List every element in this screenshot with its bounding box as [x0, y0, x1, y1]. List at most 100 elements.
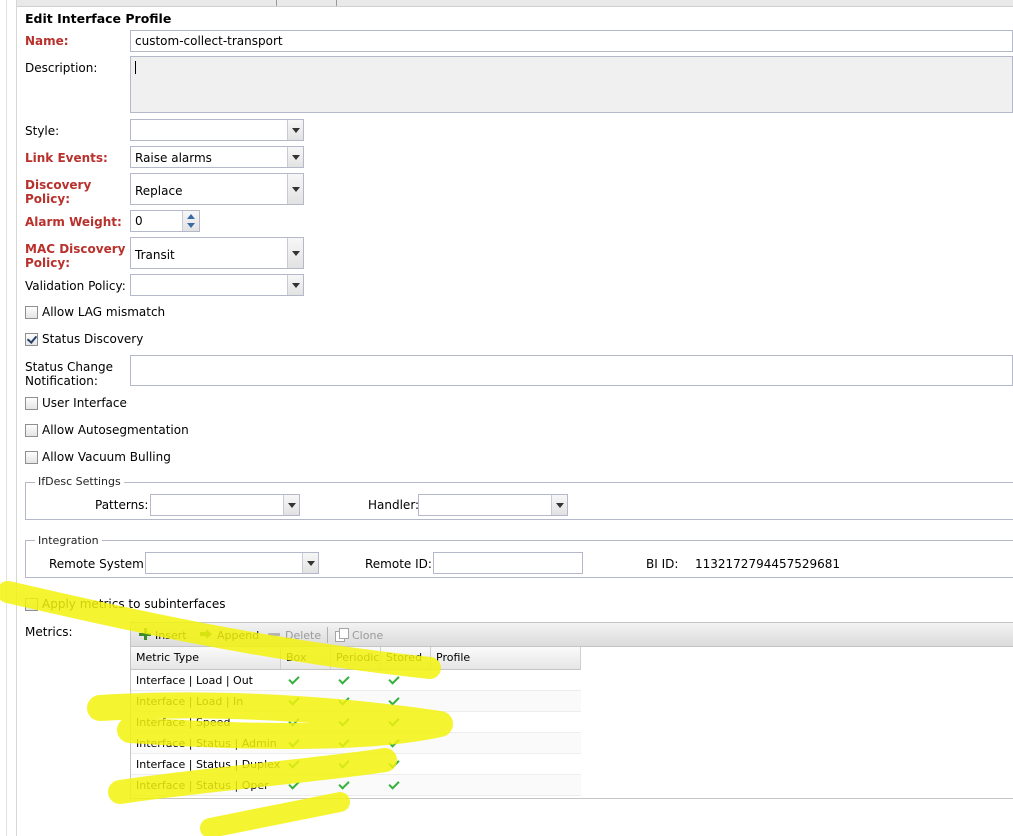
chevron-down-icon[interactable] — [287, 238, 303, 268]
patterns-label: Patterns: — [95, 498, 149, 512]
alarm-weight-value: 0 — [135, 214, 143, 228]
column-header-box[interactable]: Box — [281, 647, 331, 669]
chevron-down-icon[interactable] — [302, 553, 318, 573]
ifdesc-settings-legend: IfDesc Settings — [35, 475, 124, 488]
style-select[interactable] — [130, 119, 304, 141]
check-icon — [338, 736, 350, 748]
status-discovery-checkbox[interactable] — [25, 333, 38, 346]
insert-button[interactable]: Insert — [155, 629, 187, 642]
check-icon — [288, 673, 300, 685]
table-row[interactable]: Interface | Load | In — [131, 691, 581, 712]
check-icon — [388, 673, 400, 685]
check-icon — [288, 715, 300, 727]
check-icon — [338, 673, 350, 685]
chevron-down-icon[interactable] — [287, 120, 303, 140]
plus-icon[interactable] — [139, 628, 151, 640]
left-panel-edge — [0, 0, 17, 836]
allow-lag-mismatch-label[interactable]: Allow LAG mismatch — [42, 305, 165, 319]
handler-label: Handler: — [368, 498, 420, 512]
allow-lag-mismatch-checkbox[interactable] — [25, 306, 38, 319]
metric-type-cell: Interface | Status | Admin — [136, 737, 277, 750]
spin-up-icon[interactable] — [187, 214, 195, 219]
discovery-policy-label-line2: Policy: — [25, 192, 70, 206]
table-row[interactable]: Interface | Load | Out — [131, 670, 581, 691]
alarm-weight-spinner[interactable]: 0 — [130, 210, 200, 232]
table-row[interactable]: Interface | Speed — [131, 712, 581, 733]
allow-autosegmentation-label[interactable]: Allow Autosegmentation — [42, 423, 189, 437]
link-events-value: Raise alarms — [135, 151, 212, 165]
profile-cell — [431, 775, 436, 796]
description-label: Description: — [25, 61, 98, 75]
metrics-grid-header: Metric Type Box Periodic Stored Profile — [131, 647, 581, 670]
status-change-notification-label-line1: Status Change — [25, 360, 113, 374]
check-icon — [338, 694, 350, 706]
patterns-select[interactable] — [150, 494, 300, 516]
column-header-profile[interactable]: Profile — [431, 647, 581, 669]
chevron-down-icon[interactable] — [551, 495, 567, 515]
mac-discovery-policy-label-line2: Policy: — [25, 256, 70, 270]
mac-discovery-policy-value: Transit — [135, 248, 175, 262]
append-icon[interactable] — [200, 629, 213, 639]
check-icon — [288, 736, 300, 748]
validation-policy-select[interactable] — [130, 274, 304, 296]
check-icon — [288, 694, 300, 706]
toolbar-separator — [276, 0, 277, 6]
name-label: Name: — [25, 34, 69, 48]
validation-policy-label: Validation Policy: — [25, 279, 126, 293]
check-icon — [388, 715, 400, 727]
apply-metrics-checkbox[interactable] — [25, 598, 38, 611]
clone-icon — [335, 628, 349, 642]
clone-button[interactable]: Clone — [352, 629, 383, 642]
bi-id-value: 1132172794457529681 — [695, 557, 841, 571]
user-interface-checkbox[interactable] — [25, 397, 38, 410]
chevron-down-icon[interactable] — [283, 495, 299, 515]
mac-discovery-policy-select[interactable]: Transit — [130, 237, 304, 269]
allow-autosegmentation-checkbox[interactable] — [25, 424, 38, 437]
discovery-policy-select[interactable]: Replace — [130, 173, 304, 205]
discovery-policy-label-line1: Discovery — [25, 178, 92, 192]
append-button[interactable]: Append — [217, 629, 259, 642]
metric-type-cell: Interface | Status | Duplex — [136, 758, 281, 771]
status-change-notification-label-line2: Notification: — [25, 374, 98, 388]
delete-button[interactable]: Delete — [285, 629, 321, 642]
mac-discovery-policy-label: MAC Discovery Policy: — [25, 242, 126, 270]
spinner-buttons[interactable] — [182, 211, 199, 231]
profile-cell — [431, 691, 436, 712]
link-events-select[interactable]: Raise alarms — [130, 146, 304, 168]
form-title: Edit Interface Profile — [25, 11, 172, 26]
metric-type-cell: Interface | Load | Out — [136, 674, 253, 687]
discovery-policy-label: Discovery Policy: — [25, 178, 91, 206]
profile-cell — [431, 712, 436, 733]
table-row[interactable]: Interface | Status | Admin — [131, 733, 581, 754]
remote-system-select[interactable] — [145, 552, 319, 574]
allow-vacuum-bulling-checkbox[interactable] — [25, 451, 38, 464]
metrics-label: Metrics: — [25, 625, 73, 639]
metrics-grid: Metric Type Box Periodic Stored Profile … — [130, 647, 1013, 799]
check-icon — [388, 694, 400, 706]
allow-vacuum-bulling-label[interactable]: Allow Vacuum Bulling — [42, 450, 171, 464]
chevron-down-icon[interactable] — [287, 174, 303, 204]
column-header-periodic[interactable]: Periodic — [331, 647, 381, 669]
description-field[interactable] — [130, 56, 1013, 113]
check-icon — [288, 778, 300, 790]
handler-select[interactable] — [418, 494, 568, 516]
check-icon — [388, 736, 400, 748]
name-field[interactable]: custom-collect-transport — [130, 30, 1013, 52]
text-caret — [135, 61, 136, 74]
column-header-metric-type[interactable]: Metric Type — [131, 647, 281, 669]
remote-id-label: Remote ID: — [365, 557, 432, 571]
status-discovery-label[interactable]: Status Discovery — [42, 332, 143, 346]
apply-metrics-label[interactable]: Apply metrics to subinterfaces — [42, 597, 226, 611]
table-row[interactable]: Interface | Status | Duplex — [131, 754, 581, 775]
user-interface-label[interactable]: User Interface — [42, 396, 127, 410]
column-header-stored[interactable]: Stored — [381, 647, 431, 669]
check-icon — [338, 778, 350, 790]
spin-down-icon[interactable] — [187, 223, 195, 228]
chevron-down-icon[interactable] — [287, 275, 303, 295]
check-icon — [388, 757, 400, 769]
chevron-down-icon[interactable] — [287, 147, 303, 167]
status-change-notification-field[interactable] — [130, 355, 1013, 386]
table-row[interactable]: Interface | Status | Oper — [131, 775, 581, 796]
alarm-weight-label: Alarm Weight: — [25, 215, 122, 229]
remote-id-field[interactable] — [433, 552, 583, 574]
